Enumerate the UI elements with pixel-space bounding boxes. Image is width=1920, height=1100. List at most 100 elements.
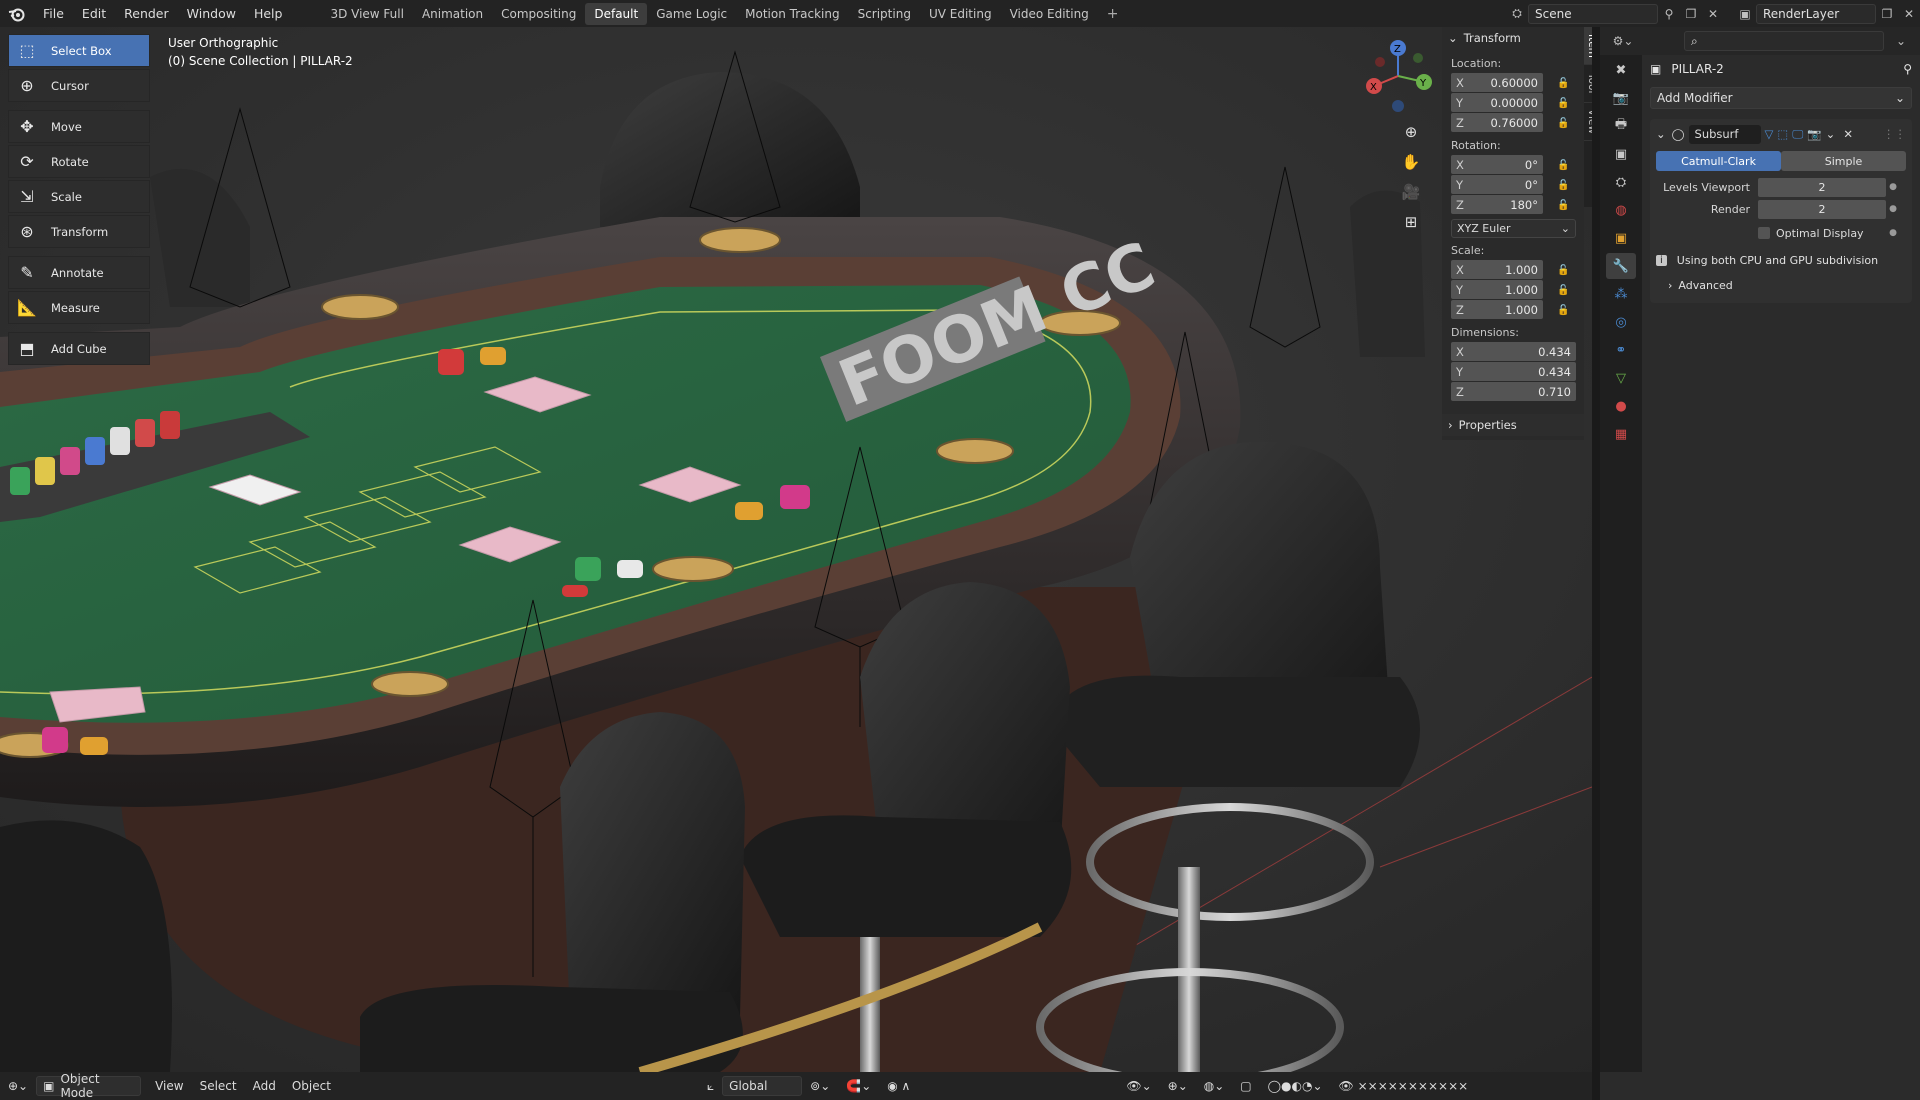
scene-tab-icon[interactable]: ⛭ [1606, 169, 1636, 195]
rotation-z-field[interactable]: Z 180° [1451, 195, 1543, 214]
cage-icon[interactable]: ⬚ [1777, 127, 1788, 141]
tool-measure[interactable]: 📐 Measure [8, 291, 150, 324]
menu-help[interactable]: Help [245, 0, 292, 27]
navigation-gizmo[interactable]: Z Y X [1360, 36, 1436, 116]
add-workspace-button[interactable]: + [1098, 3, 1128, 25]
overlay-icon[interactable]: ◍⌄ [1196, 1079, 1233, 1093]
close-icon[interactable]: ✕ [1843, 127, 1853, 141]
constraints-tab-icon[interactable]: ⚭ [1606, 337, 1636, 363]
edit-mode-icon[interactable]: ▽ [1765, 127, 1774, 141]
new-scene-icon[interactable]: ❐ [1680, 4, 1702, 24]
lock-icon[interactable]: 🔓 [1557, 160, 1573, 171]
texture-tab-icon[interactable]: ▦ [1606, 421, 1636, 447]
properties-panel-header[interactable]: › Properties [1442, 414, 1584, 436]
scene-selector[interactable]: Scene [1528, 3, 1658, 24]
tool-move[interactable]: ✥ Move [8, 110, 150, 143]
scale-z-field[interactable]: Z 1.000 [1451, 300, 1543, 319]
tab-default[interactable]: Default [585, 2, 648, 25]
editor-type-icon[interactable]: ⚙⌄ [1612, 31, 1634, 51]
dimensions-y-field[interactable]: Y 0.434 [1451, 362, 1576, 381]
view-layer-icon[interactable]: ▣ [1734, 4, 1756, 24]
view-layer-tab-icon[interactable]: ▣ [1606, 141, 1636, 167]
orientation-icon[interactable]: ⟀ [699, 1079, 722, 1094]
dimensions-x-field[interactable]: X 0.434 [1451, 342, 1576, 361]
menu-window[interactable]: Window [178, 0, 245, 27]
advanced-section[interactable]: › Advanced [1656, 273, 1906, 297]
tool-transform[interactable]: ⊛ Transform [8, 215, 150, 248]
view-layer-selector[interactable]: RenderLayer [1756, 3, 1876, 24]
menu-object[interactable]: Object [284, 1079, 339, 1093]
location-y-field[interactable]: Y 0.00000 [1451, 93, 1543, 112]
tab-motion-tracking[interactable]: Motion Tracking [736, 3, 848, 25]
gizmo-toggle-icon[interactable]: ⊕⌄ [1160, 1079, 1196, 1093]
pin-icon[interactable]: ⚲ [1903, 62, 1912, 76]
tool-select-box[interactable]: ⬚ Select Box [8, 34, 150, 67]
levels-viewport-field[interactable]: 2 [1758, 177, 1886, 197]
modifier-tab-icon[interactable]: 🔧 [1606, 253, 1636, 279]
modifier-name-field[interactable]: Subsurf [1688, 124, 1761, 144]
menu-add[interactable]: Add [245, 1079, 284, 1093]
area-divider[interactable] [1592, 27, 1600, 1100]
grid-icon[interactable]: ⊞ [1396, 208, 1426, 236]
rotation-y-field[interactable]: Y 0° [1451, 175, 1543, 194]
tab-animation[interactable]: Animation [413, 3, 492, 25]
pan-hand-icon[interactable]: ✋ [1396, 148, 1426, 176]
pivot-icon[interactable]: ⊚⌄ [802, 1079, 838, 1093]
blender-logo-icon[interactable] [0, 0, 34, 27]
physics-tab-icon[interactable]: ◎ [1606, 309, 1636, 335]
keyframe-dot-icon[interactable]: ● [1886, 228, 1900, 238]
optimal-display-checkbox[interactable] [1758, 227, 1770, 239]
menu-edit[interactable]: Edit [73, 0, 115, 27]
mode-select[interactable]: ▣ Object Mode [36, 1072, 142, 1100]
drag-handle-icon[interactable]: ⋮⋮ [1883, 127, 1906, 141]
editor-type-icon[interactable]: ⊕⌄ [0, 1079, 36, 1093]
tab-scripting[interactable]: Scripting [849, 3, 920, 25]
catmull-clark-button[interactable]: Catmull-Clark [1656, 151, 1781, 171]
close-view-layer-icon[interactable]: ✕ [1898, 4, 1920, 24]
data-tab-icon[interactable]: ▽ [1606, 365, 1636, 391]
tool-tab-icon[interactable]: ✖ [1606, 57, 1636, 83]
3d-viewport[interactable]: FOOM CC [0, 27, 1592, 1072]
xray-icon[interactable]: ▢ [1232, 1079, 1259, 1093]
lock-icon[interactable]: 🔓 [1557, 305, 1573, 316]
tool-add-cube[interactable]: ⬒ Add Cube [8, 332, 150, 365]
chevron-down-icon[interactable]: ⌄ [1656, 127, 1666, 141]
tool-scale[interactable]: ⇲ Scale [8, 180, 150, 213]
dimensions-z-field[interactable]: Z 0.710 [1451, 382, 1576, 401]
tab-3d-view-full[interactable]: 3D View Full [321, 3, 413, 25]
tool-rotate[interactable]: ⟳ Rotate [8, 145, 150, 178]
menu-select[interactable]: Select [192, 1079, 245, 1093]
output-tab-icon[interactable]: 🖶 [1606, 113, 1636, 139]
rotation-mode-select[interactable]: XYZ Euler ⌄ [1451, 219, 1576, 238]
render-levels-field[interactable]: 2 [1758, 199, 1886, 219]
lock-icon[interactable]: 🔓 [1557, 98, 1573, 109]
close-scene-icon[interactable]: ✕ [1702, 4, 1724, 24]
tab-video-editing[interactable]: Video Editing [1001, 3, 1098, 25]
tab-uv-editing[interactable]: UV Editing [920, 3, 1001, 25]
visibility-filter-icon[interactable]: 👁 ⨯⨯⨯⨯⨯⨯⨯⨯⨯⨯⨯ [1331, 1079, 1477, 1093]
rotation-x-field[interactable]: X 0° [1451, 155, 1543, 174]
zoom-icon[interactable]: ⊕ [1396, 118, 1426, 146]
lock-icon[interactable]: 🔓 [1557, 285, 1573, 296]
properties-search[interactable]: ⌕ [1684, 31, 1884, 51]
lock-icon[interactable]: 🔓 [1557, 118, 1573, 129]
render-display-icon[interactable]: 📷 [1807, 127, 1821, 141]
add-modifier-button[interactable]: Add Modifier ⌄ [1650, 87, 1912, 109]
tool-cursor[interactable]: ⊕ Cursor [8, 69, 150, 102]
location-x-field[interactable]: X 0.60000 [1451, 73, 1543, 92]
new-view-layer-icon[interactable]: ❐ [1876, 4, 1898, 24]
menu-view[interactable]: View [147, 1079, 191, 1093]
scale-y-field[interactable]: Y 1.000 [1451, 280, 1543, 299]
orientation-select[interactable]: Global [722, 1076, 803, 1096]
camera-icon[interactable]: 🎥 [1396, 178, 1426, 206]
lock-icon[interactable]: 🔓 [1557, 78, 1573, 89]
tab-game-logic[interactable]: Game Logic [647, 3, 736, 25]
world-tab-icon[interactable]: ◍ [1606, 197, 1636, 223]
tab-compositing[interactable]: Compositing [492, 3, 585, 25]
viewport-display-icon[interactable]: 🖵 [1792, 127, 1803, 142]
lock-icon[interactable]: 🔓 [1557, 200, 1573, 211]
scene-icon[interactable]: ⛭ [1506, 4, 1528, 24]
material-tab-icon[interactable]: ● [1606, 393, 1636, 419]
lock-icon[interactable]: 🔓 [1557, 265, 1573, 276]
transform-panel-header[interactable]: ⌄ Transform [1442, 27, 1584, 49]
